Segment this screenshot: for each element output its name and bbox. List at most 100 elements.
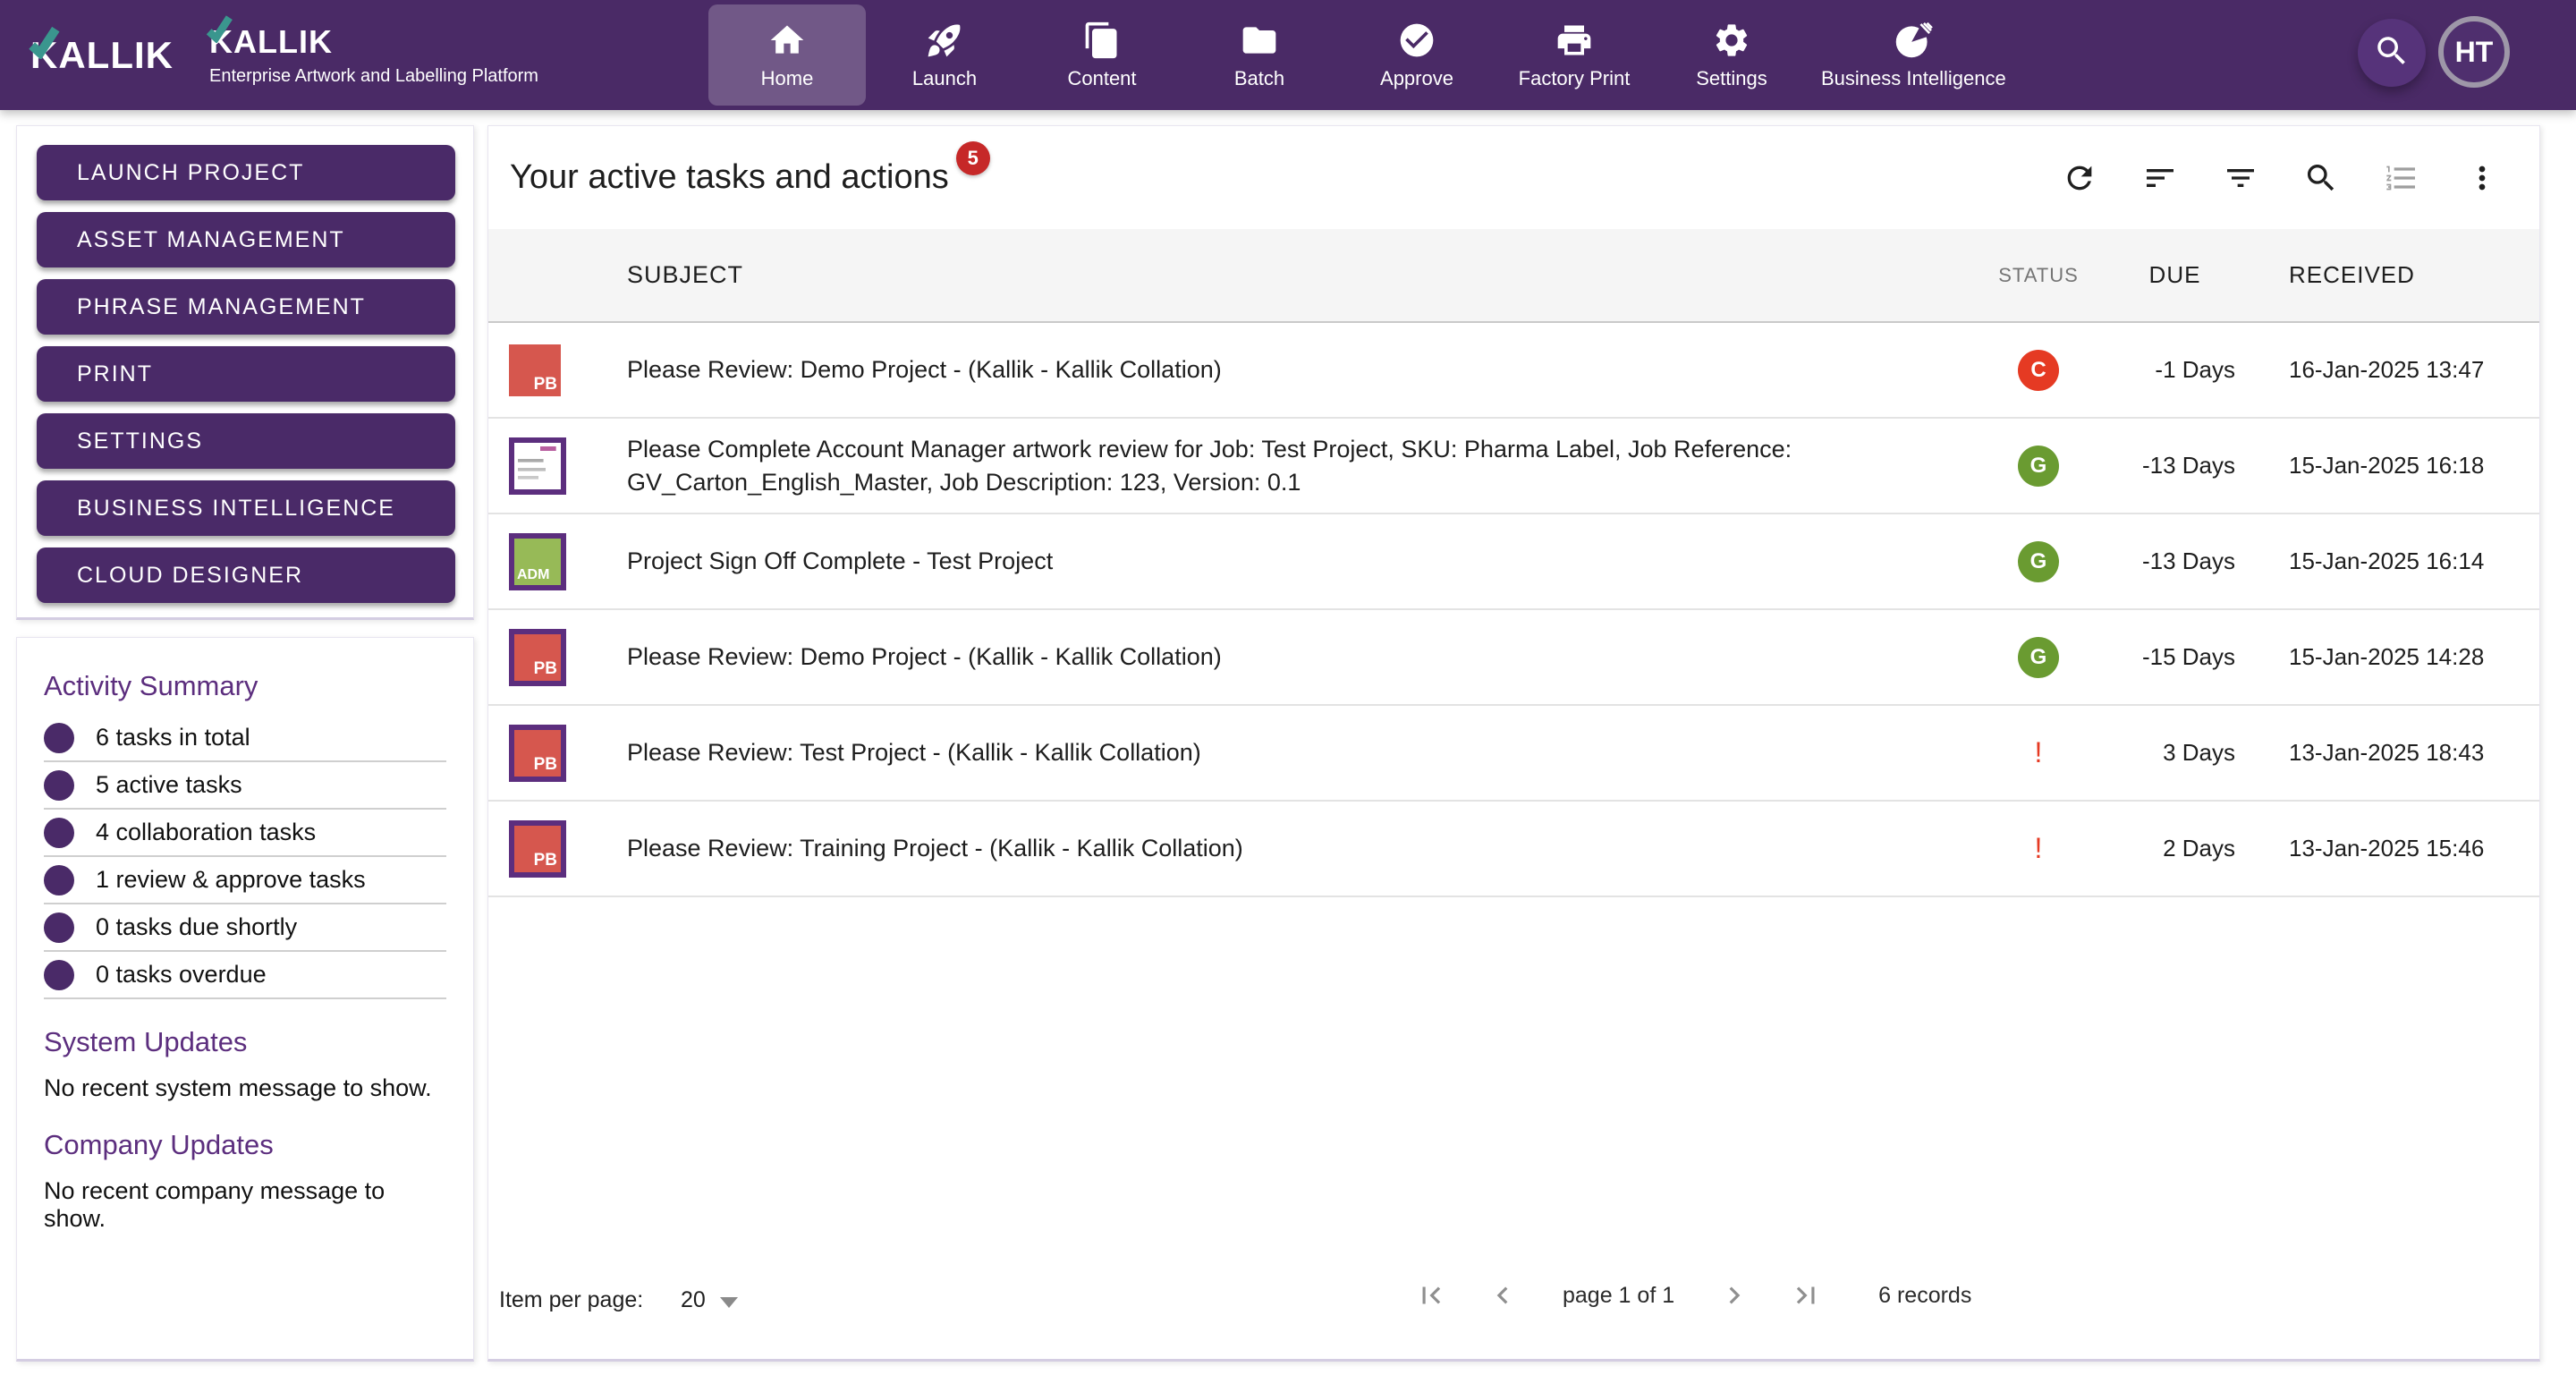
column-header-received: RECEIVED (2244, 261, 2539, 289)
row-status-cell: G (1971, 446, 2106, 487)
row-subject: Please Complete Account Manager artwork … (627, 433, 1971, 498)
sidebar-button-business-intelligence[interactable]: BUSINESS INTELLIGENCE (37, 480, 455, 536)
nav-item-factory-print[interactable]: Factory Print (1496, 4, 1653, 106)
company-updates-title: Company Updates (44, 1129, 446, 1161)
activity-summary-item: 1 review & approve tasks (44, 857, 446, 904)
task-count-badge: 5 (956, 141, 990, 175)
activity-summary-card: Activity Summary 6 tasks in total 5 activ… (16, 637, 474, 1362)
table-body: PBPlease Review: Demo Project - (Kallik … (488, 323, 2539, 897)
filter-button[interactable] (2223, 160, 2258, 196)
batch-icon (1240, 21, 1279, 60)
search-button[interactable] (2303, 160, 2339, 196)
row-icon-cell: PB (488, 629, 627, 686)
global-search-button[interactable] (2358, 19, 2426, 87)
nav-item-batch[interactable]: Batch (1181, 4, 1338, 106)
user-avatar[interactable]: HT (2438, 16, 2510, 88)
activity-summary-title: Activity Summary (44, 670, 446, 702)
nav-item-label: Factory Print (1519, 67, 1631, 90)
numbered-list-button[interactable] (2384, 160, 2419, 196)
brand-block: KALLIK Enterprise Artwork and Labelling … (209, 23, 538, 87)
numbered-list-icon (2384, 160, 2419, 196)
row-received: 15-Jan-2025 16:18 (2244, 452, 2539, 480)
top-navbar: KALLIK KALLIK Enterprise Artwork and Lab… (0, 0, 2576, 110)
activity-item-label: 4 collaboration tasks (96, 819, 316, 846)
table-row[interactable]: PBPlease Review: Demo Project - (Kallik … (488, 323, 2539, 419)
tasks-titlebar: Your active tasks and actions 5 (488, 126, 2539, 229)
table-header-row: SUBJECTSTATUSDUERECEIVED (488, 229, 2539, 323)
nav-item-content[interactable]: Content (1023, 4, 1181, 106)
table-row[interactable]: ADMProject Sign Off Complete - Test Proj… (488, 514, 2539, 610)
system-updates-message: No recent system message to show. (44, 1074, 446, 1102)
column-header-due: DUE (2106, 261, 2244, 289)
refresh-button[interactable] (2062, 160, 2097, 196)
row-icon-cell: PB (488, 725, 627, 782)
nav-item-launch[interactable]: Launch (866, 4, 1023, 106)
row-subject: Please Review: Training Project - (Kalli… (627, 832, 1971, 864)
records-count: 6 records (1878, 1283, 1971, 1309)
more-options-button[interactable] (2464, 160, 2500, 196)
table-row[interactable]: PBPlease Review: Demo Project - (Kallik … (488, 610, 2539, 706)
brand-title: KALLIK (209, 23, 538, 61)
nav-item-business-intelligence[interactable]: Business Intelligence (1810, 4, 2017, 106)
row-status-cell: G (1971, 541, 2106, 582)
bullet-circle-icon (44, 723, 74, 753)
refresh-icon (2062, 160, 2097, 196)
sidebar-button-launch-project[interactable]: LAUNCH PROJECT (37, 145, 455, 200)
row-due: 3 Days (2106, 739, 2244, 767)
factory-print-icon (1555, 21, 1594, 60)
column-header-status: STATUS (1971, 264, 2106, 287)
sidebar-button-cloud-designer[interactable]: CLOUD DESIGNER (37, 547, 455, 603)
table-row[interactable]: Please Complete Account Manager artwork … (488, 419, 2539, 514)
status-exclaim-icon: ! (2035, 832, 2043, 865)
row-received: 15-Jan-2025 14:28 (2244, 643, 2539, 671)
table-row[interactable]: PBPlease Review: Test Project - (Kallik … (488, 706, 2539, 802)
bullet-circle-icon (44, 912, 74, 943)
items-per-page-select[interactable]: 20 (681, 1287, 738, 1313)
table-row[interactable]: PB Please Review: Training Project - (Kal… (488, 802, 2539, 897)
business-intelligence-icon (1894, 21, 1933, 60)
row-icon-cell: PB (488, 820, 627, 878)
last-page-button[interactable] (1789, 1278, 1823, 1312)
nav-item-label: Business Intelligence (1821, 67, 2006, 90)
nav-item-home[interactable]: Home (708, 4, 866, 106)
row-due: -15 Days (2106, 643, 2244, 671)
sidebar-button-print[interactable]: PRINT (37, 346, 455, 402)
kallik-logo: KALLIK (30, 34, 165, 77)
system-updates-title: System Updates (44, 1026, 446, 1058)
sidebar-button-phrase-management[interactable]: PHRASE MANAGEMENT (37, 279, 455, 335)
row-status-cell: G (1971, 637, 2106, 678)
nav-item-approve[interactable]: Approve (1338, 4, 1496, 106)
pb-task-icon-label: PB (534, 851, 557, 870)
status-badge-green: G (2018, 446, 2059, 487)
last-page-icon (1789, 1278, 1823, 1312)
prev-page-button[interactable] (1486, 1278, 1520, 1312)
search-icon (2373, 32, 2411, 74)
row-received: 15-Jan-2025 16:14 (2244, 547, 2539, 575)
next-page-button[interactable] (1717, 1278, 1751, 1312)
nav-item-label: Content (1067, 67, 1136, 90)
row-received: 13-Jan-2025 18:43 (2244, 739, 2539, 767)
first-page-button[interactable] (1414, 1278, 1448, 1312)
activity-summary-item: 5 active tasks (44, 762, 446, 810)
sidebar-button-settings[interactable]: SETTINGS (37, 413, 455, 469)
row-due: -13 Days (2106, 547, 2244, 575)
sidebar-button-asset-management[interactable]: ASSET MANAGEMENT (37, 212, 455, 267)
prev-page-icon (1486, 1278, 1520, 1312)
pb-task-icon-label: PB (534, 755, 557, 775)
sort-button[interactable] (2142, 160, 2178, 196)
row-received: 13-Jan-2025 15:46 (2244, 835, 2539, 862)
activity-item-label: 6 tasks in total (96, 724, 250, 751)
row-status-cell: ! (1971, 832, 2106, 865)
row-status-cell: ! (1971, 736, 2106, 769)
pagination-bar: Item per page: 20 page 1 of 16 records (488, 1266, 2539, 1346)
status-exclaim-icon: ! (2035, 736, 2043, 769)
artwork-thumbnail-icon (509, 437, 566, 495)
pb-task-icon: PB (509, 629, 566, 686)
activity-item-label: 0 tasks overdue (96, 961, 267, 989)
row-icon-cell: PB (488, 344, 627, 396)
launch-icon (925, 21, 964, 60)
nav-item-settings[interactable]: Settings (1653, 4, 1810, 106)
primary-nav: HomeLaunch Content Batch Approve Factory Pri… (708, 0, 2017, 110)
dropdown-caret-icon (720, 1297, 738, 1308)
nav-item-label: Approve (1380, 67, 1453, 90)
